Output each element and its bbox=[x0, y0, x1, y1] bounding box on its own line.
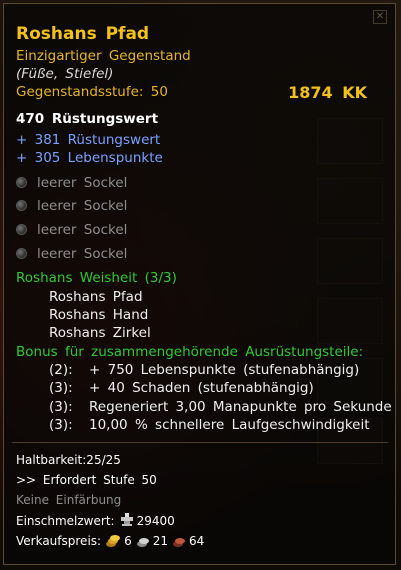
set-bonus-count: (3): bbox=[49, 380, 73, 396]
socket-label: leerer Sockel bbox=[37, 246, 128, 262]
item-name: Roshans Pfad bbox=[16, 24, 150, 44]
set-bonus-row: (3): 10,00 % schnellere Laufgeschwindigke… bbox=[49, 417, 370, 433]
set-bonus-text: Regeneriert 3,00 Manapunkte pro Sekunde bbox=[89, 399, 392, 415]
socket-icon bbox=[16, 177, 27, 188]
close-icon[interactable]: ✕ bbox=[373, 10, 387, 24]
durability: Haltbarkeit:25/25 bbox=[16, 453, 121, 467]
item-price: 1874 KK bbox=[288, 83, 367, 102]
set-bonus-text: + 40 Schaden (stufenabhängig) bbox=[89, 380, 314, 396]
armor-label: Rüstungswert bbox=[51, 111, 159, 127]
gold-coin-icon bbox=[106, 535, 121, 547]
bonus-stat: + 305 Lebenspunkte bbox=[16, 150, 163, 166]
set-bonus-text: + 750 Lebenspunkte (stufenabhängig) bbox=[89, 362, 360, 378]
set-item: Roshans Zirkel bbox=[49, 325, 151, 341]
bonus-stat: + 381 Rüstungswert bbox=[16, 132, 161, 148]
set-bonus-row: (3): Regeneriert 3,00 Manapunkte pro Seku… bbox=[49, 399, 392, 415]
gold-amount: 6 bbox=[124, 534, 132, 548]
anvil-icon bbox=[120, 513, 133, 526]
set-bonus-header: Bonus für zusammengehörende Ausrüstungst… bbox=[16, 344, 364, 360]
item-tooltip: ✕ Roshans Pfad Einzigartiger Gegenstand … bbox=[3, 3, 396, 565]
set-item: Roshans Pfad bbox=[49, 289, 143, 305]
socket-label: leerer Sockel bbox=[37, 175, 128, 191]
melt-value: 29400 bbox=[136, 514, 175, 528]
socket-icon bbox=[16, 224, 27, 235]
socket-icon bbox=[16, 248, 27, 259]
melt-value-row: Einschmelzwert: 29400 bbox=[16, 512, 175, 528]
set-bonus-count: (2): bbox=[49, 362, 73, 378]
set-bonus-count: (3): bbox=[49, 417, 73, 433]
set-bonus-count: (3): bbox=[49, 399, 73, 415]
silver-amount: 21 bbox=[152, 534, 168, 548]
armor-value: 470 Rüstungswert bbox=[16, 111, 158, 127]
divider bbox=[12, 442, 388, 443]
silver-coin-icon bbox=[136, 538, 149, 547]
socket-row: leerer Sockel bbox=[16, 222, 127, 238]
socket-label: leerer Sockel bbox=[37, 222, 128, 238]
set-bonus-row: (3): + 40 Schaden (stufenabhängig) bbox=[49, 380, 314, 396]
socket-row: leerer Sockel bbox=[16, 198, 127, 214]
copper-coin-icon bbox=[173, 538, 185, 547]
item-level-value: 50 bbox=[150, 84, 168, 100]
set-item: Roshans Hand bbox=[49, 307, 149, 323]
melt-label: Einschmelzwert: bbox=[16, 514, 115, 528]
socket-icon bbox=[16, 200, 27, 211]
dye-status: Keine Einfärbung bbox=[16, 493, 122, 507]
sell-price-row: Verkaufspreis: 6 21 64 bbox=[16, 534, 204, 548]
copper-amount: 64 bbox=[189, 534, 205, 548]
level-requirement: >> Erfordert Stufe 50 bbox=[16, 473, 157, 487]
item-rarity: Einzigartiger Gegenstand bbox=[16, 48, 191, 64]
socket-label: leerer Sockel bbox=[37, 198, 128, 214]
armor-number: 470 bbox=[16, 111, 45, 127]
sell-label: Verkaufspreis: bbox=[16, 534, 102, 548]
socket-row: leerer Sockel bbox=[16, 246, 127, 262]
set-bonus-row: (2): + 750 Lebenspunkte (stufenabhängig) bbox=[49, 362, 359, 378]
set-bonus-text: 10,00 % schnellere Laufgeschwindigkeit bbox=[89, 417, 370, 433]
set-title: Roshans Weisheit (3/3) bbox=[16, 270, 177, 286]
item-level-label: Gegenstandsstufe: bbox=[16, 84, 144, 100]
item-slot-type: (Füße, Stiefel) bbox=[16, 66, 114, 82]
socket-row: leerer Sockel bbox=[16, 175, 127, 191]
item-level: Gegenstandsstufe: 50 bbox=[16, 84, 168, 100]
